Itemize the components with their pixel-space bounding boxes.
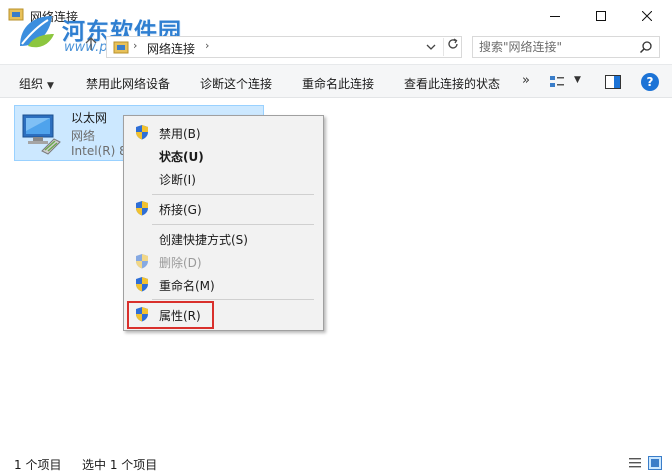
maximize-icon — [596, 11, 606, 21]
selected-count: 选中 1 个项目 — [82, 458, 158, 472]
file-list: 以太网 网络 Intel(R) 8 — [0, 99, 672, 446]
refresh-button[interactable] — [443, 38, 461, 56]
diagnose-button[interactable]: 诊断这个连接 — [200, 75, 272, 92]
caret-down-icon: ▼ — [47, 81, 54, 91]
connection-device: Intel(R) 8 — [71, 144, 127, 158]
more-commands-button[interactable]: » — [522, 73, 530, 88]
menu-item-label: 状态(U) — [159, 150, 204, 164]
maximize-button[interactable] — [578, 0, 624, 32]
menu-separator — [152, 194, 314, 195]
close-button[interactable] — [624, 0, 670, 32]
menu-item-label: 重命名(M) — [159, 279, 215, 293]
help-button[interactable]: ? — [641, 73, 659, 91]
menu-item-rename[interactable]: 重命名(M) — [126, 273, 321, 295]
preview-pane-icon[interactable] — [605, 75, 621, 89]
menu-item-disable[interactable]: 禁用(B) — [126, 121, 321, 143]
menu-item-label: 创建快捷方式(S) — [159, 233, 248, 247]
search-input[interactable] — [479, 39, 629, 55]
menu-item-status[interactable]: 状态(U) — [126, 144, 321, 166]
up-button[interactable] — [82, 37, 100, 57]
menu-item-label: 诊断(I) — [159, 173, 196, 187]
menu-item-label: 禁用(B) — [159, 127, 201, 141]
search-box[interactable] — [472, 36, 660, 58]
network-folder-icon — [113, 41, 129, 54]
minimize-icon — [550, 16, 560, 17]
menu-item-create-shortcut[interactable]: 创建快捷方式(S) — [126, 227, 321, 249]
disable-device-button[interactable]: 禁用此网络设备 — [86, 75, 170, 92]
caret-down-icon[interactable]: ▼ — [574, 75, 581, 85]
search-icon[interactable] — [639, 40, 653, 54]
details-view-icon[interactable] — [628, 456, 642, 470]
breadcrumb-network-connections[interactable]: 网络连接 — [147, 40, 195, 57]
status-bar: 1 个项目 选中 1 个项目 — [0, 451, 672, 475]
shield-icon — [136, 201, 148, 216]
connection-name: 以太网 — [71, 111, 108, 125]
menu-separator — [152, 224, 314, 225]
command-bar: 组织 ▼ 禁用此网络设备 诊断这个连接 重命名此连接 查看此连接的状态 » ▼ ? — [0, 64, 672, 98]
connection-status: 网络 — [71, 129, 96, 143]
close-icon — [642, 11, 652, 21]
rename-button[interactable]: 重命名此连接 — [302, 75, 374, 92]
refresh-icon — [447, 38, 458, 49]
context-menu: 禁用(B) 状态(U) 诊断(I) 桥接(G) 创建快捷方式(S) 删除(D) … — [123, 115, 324, 331]
menu-item-diagnose[interactable]: 诊断(I) — [126, 167, 321, 189]
item-count: 1 个项目 — [14, 458, 62, 472]
breadcrumb-separator[interactable]: › — [133, 39, 137, 52]
shield-icon — [136, 254, 148, 269]
change-view-icon[interactable] — [549, 74, 565, 90]
minimize-button[interactable] — [532, 0, 578, 32]
menu-item-delete: 删除(D) — [126, 250, 321, 272]
chevron-down-icon[interactable] — [425, 40, 437, 54]
organize-label: 组织 — [19, 77, 44, 91]
properties-highlight-box — [127, 301, 214, 329]
title-bar: 网络连接 河东软件园 www.pc0359.cn — [0, 0, 672, 55]
menu-item-label: 删除(D) — [159, 256, 202, 270]
shield-icon — [136, 277, 148, 292]
tiles-view-icon[interactable] — [648, 456, 662, 470]
address-bar[interactable]: › 网络连接 › — [106, 36, 462, 58]
shield-icon — [136, 125, 148, 140]
breadcrumb-separator[interactable]: › — [205, 39, 209, 52]
menu-item-label: 桥接(G) — [159, 203, 202, 217]
menu-separator — [152, 299, 314, 300]
menu-item-bridge[interactable]: 桥接(G) — [126, 197, 321, 219]
view-status-button[interactable]: 查看此连接的状态 — [404, 75, 500, 92]
ethernet-adapter-icon — [22, 114, 61, 155]
organize-menu[interactable]: 组织 ▼ — [19, 75, 54, 92]
address-row: › 网络连接 › — [0, 32, 672, 62]
arrow-up-icon — [85, 37, 97, 50]
